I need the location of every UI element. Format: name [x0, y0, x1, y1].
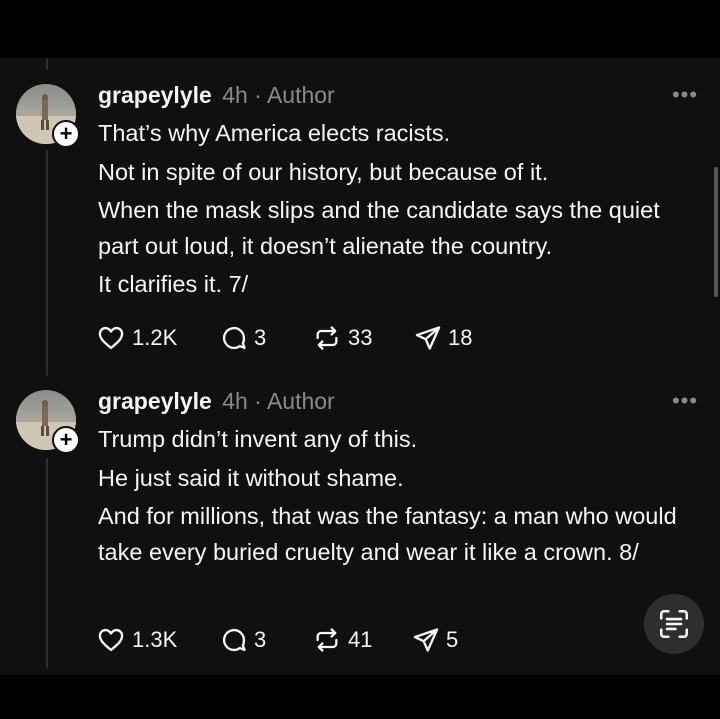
like-count: 1.2K [132, 325, 178, 350]
share-icon [415, 326, 441, 350]
post-body: That’s why America elects racists. Not i… [98, 116, 698, 306]
post-line: Not in spite of our history, but because… [98, 158, 549, 185]
avatar[interactable]: + [16, 84, 80, 148]
action-bar: 1.2K 3 33 18 [96, 318, 472, 358]
post-line: He just said it without shame. [98, 464, 404, 491]
repost-count: 41 [348, 627, 373, 652]
action-bar: 1.3K 3 41 5 [96, 620, 458, 660]
post-line: It clarifies it. 7/ [98, 271, 249, 297]
heart-icon [98, 326, 124, 350]
reply-count: 3 [254, 627, 267, 652]
repost-button[interactable]: 41 [312, 626, 412, 654]
repost-icon [316, 326, 338, 350]
share-count: 18 [448, 325, 473, 350]
post-body: Trump didn’t invent any of this. He just… [98, 422, 698, 573]
bottom-letterbox [0, 675, 720, 719]
scan-text-button[interactable] [644, 594, 704, 654]
post-meta: 4h · Author [222, 388, 335, 414]
repost-icon [316, 628, 338, 652]
more-icon[interactable]: ••• [670, 84, 700, 108]
like-count: 1.3K [132, 627, 178, 652]
username[interactable]: grapeylyle [98, 388, 212, 414]
comment-icon [222, 326, 246, 350]
post-header: grapeylyle 4h · Author [98, 82, 335, 109]
reply-button[interactable]: 3 [220, 626, 312, 654]
thread-line-top [46, 58, 48, 70]
top-letterbox [0, 0, 720, 58]
post-header: grapeylyle 4h · Author [98, 388, 335, 415]
reply-count: 3 [254, 325, 267, 350]
username[interactable]: grapeylyle [98, 82, 212, 108]
scrollbar[interactable] [714, 167, 718, 297]
post-line: Trump didn’t invent any of this. [98, 426, 418, 452]
thread-line-1 [46, 150, 48, 376]
avatar[interactable]: + [16, 390, 80, 454]
scan-text-icon [659, 609, 689, 639]
share-icon [413, 628, 439, 652]
heart-icon [98, 628, 124, 652]
follow-plus-icon[interactable]: + [52, 120, 80, 148]
follow-plus-icon[interactable]: + [52, 426, 80, 454]
share-count: 5 [446, 627, 459, 652]
like-button[interactable]: 1.3K [96, 626, 220, 654]
share-button[interactable]: 5 [412, 626, 458, 654]
repost-count: 33 [348, 325, 373, 350]
reply-button[interactable]: 3 [220, 324, 312, 352]
post-line: When the mask slips and the candidate sa… [98, 197, 660, 259]
like-button[interactable]: 1.2K [96, 324, 220, 352]
share-button[interactable]: 18 [414, 324, 472, 352]
repost-button[interactable]: 33 [312, 324, 414, 352]
more-icon[interactable]: ••• [670, 390, 700, 414]
thread-line-2 [46, 458, 48, 668]
post-line: And for millions, that was the fantasy: … [98, 503, 677, 565]
post-meta: 4h · Author [222, 82, 335, 108]
comment-icon [222, 628, 246, 652]
post-line: That’s why America elects racists. [98, 120, 451, 146]
